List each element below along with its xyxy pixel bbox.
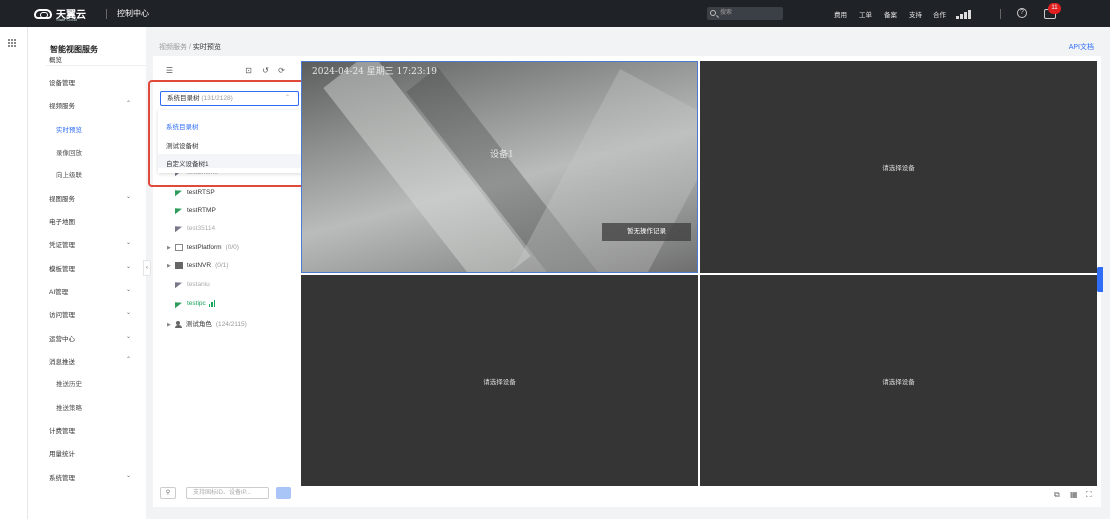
camera-online-icon xyxy=(175,207,183,213)
tree-node[interactable]: testipc xyxy=(175,300,217,307)
nav-tickets[interactable]: 工单 xyxy=(859,9,872,19)
collapse-sidebar-button[interactable]: ‹ xyxy=(143,260,151,276)
sidebar: 智能视图服务 概览 设备管理 视频服务 ⌃ 实时预览 录像回放 向上级联 视图服务 ⌄ 电子地图凭… xyxy=(28,27,146,519)
console-link[interactable]: 控制中心 xyxy=(117,8,149,19)
api-doc-link[interactable]: API文档 xyxy=(1069,42,1094,52)
nav-partner[interactable]: 合作 xyxy=(933,9,946,19)
chevron-down-icon[interactable]: ⌄ xyxy=(126,286,131,293)
brand-logo[interactable]: 天翼云 State Cloud xyxy=(34,7,96,22)
locate-icon[interactable]: ⊡ xyxy=(244,66,253,75)
tree-node[interactable]: test35114 xyxy=(175,225,215,232)
sidebar-item[interactable]: 计费管理 xyxy=(49,425,145,435)
tree-node[interactable]: ▶ testNVR (0/1) xyxy=(167,262,228,269)
global-search-input[interactable]: 搜索 xyxy=(707,7,783,20)
tree-node[interactable]: ▶ testPlatform (0/0) xyxy=(167,244,239,251)
video-timestamp: 2024-04-24 星期三 17:23:19 xyxy=(312,67,438,77)
history-icon[interactable]: ↺ xyxy=(261,66,270,75)
expand-arrow-icon[interactable]: ▶ xyxy=(167,245,171,251)
camera-online-icon xyxy=(175,189,183,195)
help-icon[interactable]: ? xyxy=(1017,8,1027,18)
tree-node-label: testPlatform xyxy=(186,244,222,252)
role-icon xyxy=(174,320,182,328)
tree-node-label: 测试角色 xyxy=(185,321,212,328)
select-device-prompt: 请选择设备 xyxy=(882,378,915,386)
video-cell-2[interactable]: 请选择设备 xyxy=(700,61,1097,273)
select-device-prompt: 请选择设备 xyxy=(483,378,516,386)
tree-node-label: testaniu xyxy=(187,281,210,288)
sidebar-item[interactable]: 推送策略 xyxy=(56,402,152,412)
video-cell-3[interactable]: 请选择设备 xyxy=(301,275,698,486)
video-cell-4[interactable]: 请选择设备 xyxy=(700,275,1097,486)
divider xyxy=(46,65,146,66)
sidebar-item[interactable]: 概览 xyxy=(49,54,145,64)
tree-node[interactable]: testRTSP xyxy=(175,189,215,196)
apps-grid-icon[interactable] xyxy=(8,39,16,47)
expand-arrow-icon[interactable]: ▶ xyxy=(167,322,171,328)
nav-billing[interactable]: 费用 xyxy=(834,9,847,19)
camera-offline-icon xyxy=(175,225,183,231)
filter-button[interactable]: ⚲ xyxy=(160,487,176,499)
chevron-down-icon[interactable]: ⌄ xyxy=(126,333,131,340)
sidebar-item[interactable]: 电子地图 xyxy=(49,216,145,226)
signal-bars-icon xyxy=(208,300,217,307)
screenshot-icon[interactable]: ⧉ xyxy=(1054,490,1063,499)
expand-arrow-icon[interactable]: ▶ xyxy=(167,263,171,269)
video-cell-1[interactable]: 2024-04-24 星期三 17:23:19 设备1 暂无操作记录 xyxy=(301,61,698,273)
chevron-down-icon[interactable]: ⌄ xyxy=(126,309,131,316)
account-level-icon[interactable] xyxy=(956,9,976,19)
sidebar-item[interactable]: 向上级联 xyxy=(56,169,152,179)
sidebar-item[interactable]: 用量统计 xyxy=(49,448,145,458)
platform-icon xyxy=(174,244,183,251)
brand-subtitle: State Cloud xyxy=(56,17,77,22)
camera-online-icon xyxy=(175,301,183,307)
tree-node-count: (0/0) xyxy=(225,244,239,252)
tree-collapse-icon[interactable]: ☰ xyxy=(165,66,174,75)
breadcrumb: 视频服务 / 实时预览 xyxy=(159,44,221,51)
tree-node-label: test35114 xyxy=(187,225,216,232)
fullscreen-icon[interactable]: ⛶ xyxy=(1086,490,1095,499)
sidebar-item[interactable]: 推送历史 xyxy=(56,378,152,388)
breadcrumb-parent[interactable]: 视频服务 xyxy=(159,44,187,51)
chevron-down-icon[interactable]: ⌄ xyxy=(126,239,131,246)
chevron-down-icon[interactable]: ⌄ xyxy=(126,263,131,270)
sidebar-item[interactable]: 实时预览 xyxy=(56,124,152,134)
nvr-icon xyxy=(174,262,183,269)
tree-node-count: (0/1) xyxy=(215,262,229,270)
tree-node-label: testRTSP xyxy=(187,189,215,196)
tree-node[interactable]: ▶ 测试角色 (124/2115) xyxy=(167,318,247,328)
no-record-tip: 暂无操作记录 xyxy=(602,223,691,241)
cloud-logo-icon xyxy=(34,9,52,19)
chevron-up-icon[interactable]: ⌃ xyxy=(126,100,131,107)
message-badge: 11 xyxy=(1048,3,1061,14)
nav-filing[interactable]: 备案 xyxy=(884,9,897,19)
side-drawer-tab[interactable] xyxy=(1097,267,1103,292)
grid-layout-icon[interactable]: ▦ xyxy=(1070,490,1079,499)
search-icon xyxy=(710,10,716,16)
tree-node-label: testRTMP xyxy=(187,207,216,214)
tree-node[interactable]: testaniu xyxy=(175,281,210,288)
chevron-down-icon[interactable]: ⌄ xyxy=(126,193,131,200)
nav-support[interactable]: 支持 xyxy=(909,9,922,19)
chevron-down-icon[interactable]: ⌄ xyxy=(126,472,131,479)
app-rail xyxy=(0,27,28,519)
tree-node-label: testipc xyxy=(187,300,206,308)
top-bar: 天翼云 State Cloud 控制中心 搜索 费用 工单 备案 支持 合作 ?… xyxy=(0,0,1110,27)
highlight-annotation xyxy=(148,80,306,187)
divider xyxy=(106,9,107,19)
search-button[interactable] xyxy=(276,487,291,499)
camera-offline-icon xyxy=(175,281,183,287)
tree-node-label: testNVR xyxy=(186,262,212,270)
search-placeholder: 搜索 xyxy=(720,10,733,16)
divider xyxy=(1000,9,1001,19)
tree-node[interactable]: testRTMP xyxy=(175,207,216,214)
video-device-label: 设备1 xyxy=(490,150,514,160)
sidebar-item[interactable]: 设备管理 xyxy=(49,77,145,87)
sidebar-item[interactable]: 录像回放 xyxy=(56,147,152,157)
breadcrumb-current: 实时预览 xyxy=(192,44,221,51)
device-search-input[interactable]: 支持国标ID、设备IP... xyxy=(186,487,269,499)
select-device-prompt: 请选择设备 xyxy=(882,165,915,172)
refresh-icon[interactable]: ⟳ xyxy=(277,66,286,75)
chevron-up-icon[interactable]: ⌃ xyxy=(126,356,131,363)
tree-node-count: (124/2115) xyxy=(215,321,247,328)
